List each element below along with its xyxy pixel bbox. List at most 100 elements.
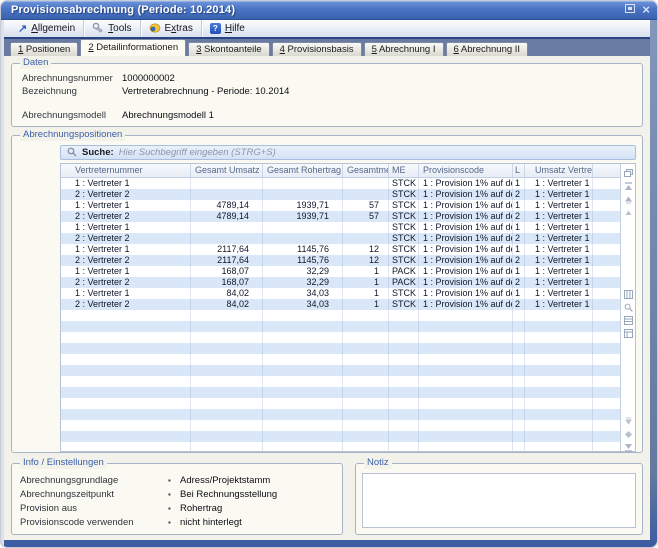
search-icon <box>67 144 77 162</box>
table-row[interactable]: 1 : Vertreter 1STCK1 : Provision 1% auf … <box>61 222 620 233</box>
cell: 84,02 <box>191 288 263 299</box>
col-gesamtmenge[interactable]: Gesamtmenge <box>343 164 389 177</box>
cell: 84,02 <box>191 299 263 310</box>
cell: 1145,76 <box>263 244 343 255</box>
table-row[interactable]: 1 : Vertreter 184,0234,031STCK1 : Provis… <box>61 288 620 299</box>
table-row[interactable]: 1 : Vertreter 12117,641145,7612STCK1 : P… <box>61 244 620 255</box>
tab-abrechnung-2[interactable]: 6 Abrechnung II <box>446 42 529 56</box>
table-row[interactable]: 2 : Vertreter 2STCK1 : Provision 1% auf … <box>61 189 620 200</box>
scroll-to-top-icon[interactable] <box>624 178 633 187</box>
cell: 1 : Vertreter 1 <box>525 178 593 189</box>
col-vertreternummer[interactable]: Vertreternummer <box>61 164 191 177</box>
list-view-icon[interactable] <box>624 312 633 321</box>
col-l[interactable]: L <box>513 164 525 177</box>
tab-abrechnung-1[interactable]: 5 Abrechnung I <box>364 42 444 56</box>
cell <box>593 398 620 409</box>
card-view-icon[interactable] <box>624 286 633 295</box>
cell <box>593 343 620 354</box>
notiz-box <box>362 473 636 528</box>
column-chooser-icon[interactable] <box>624 165 633 174</box>
info-value: Rohertrag <box>180 502 334 516</box>
table-row[interactable]: 2 : Vertreter 284,0234,031STCK1 : Provis… <box>61 299 620 310</box>
tools-button[interactable]: Tools <box>83 20 139 37</box>
cell <box>419 420 513 431</box>
cell: 1 : Vertreter 1 <box>525 211 593 222</box>
cell: 34,03 <box>263 299 343 310</box>
col-gesamt-rohertrag[interactable]: Gesamt Rohertrag EUR <box>263 164 343 177</box>
scroll-to-bottom-icon[interactable] <box>624 439 633 448</box>
window-frame: ↗ Allgemein Tools Extras <box>1 20 657 547</box>
col-gesamt-umsatz[interactable]: Gesamt Umsatz EUR <box>191 164 263 177</box>
cell <box>389 332 419 343</box>
cell: 4789,14 <box>191 211 263 222</box>
allgemein-button[interactable]: ↗ Allgemein <box>10 20 83 37</box>
extras-button[interactable]: Extras <box>140 20 201 37</box>
cell <box>525 321 593 332</box>
cell: 168,07 <box>191 277 263 288</box>
tab-provisionsbasis[interactable]: 4 Provisionsbasis <box>272 42 362 56</box>
filter-view-icon[interactable] <box>624 325 633 334</box>
col-me[interactable]: ME <box>389 164 419 177</box>
cell <box>343 376 389 387</box>
col-provisionscode[interactable]: Provisionscode <box>419 164 513 177</box>
table-row[interactable]: 2 : Vertreter 24789,141939,7157STCK1 : P… <box>61 211 620 222</box>
cell <box>61 431 191 442</box>
scroll-up-icon[interactable] <box>624 204 633 213</box>
daten-legend: Daten <box>20 57 51 69</box>
field-value: 1000000002 <box>122 72 632 85</box>
tab-positionen[interactable]: 1 Positionen <box>10 42 78 56</box>
cell <box>61 387 191 398</box>
cell: 2117,64 <box>191 244 263 255</box>
cell <box>191 442 263 451</box>
field-abrechnungsnummer: Abrechnungsnummer 1000000002 <box>22 72 632 85</box>
table-row[interactable]: 1 : Vertreter 1STCK1 : Provision 1% auf … <box>61 178 620 189</box>
cell <box>593 354 620 365</box>
tab-detailinformationen[interactable]: 2 Detailinformationen <box>80 39 186 56</box>
table-row[interactable]: 1 : Vertreter 14789,141939,7157STCK1 : P… <box>61 200 620 211</box>
cell: 1 : Vertreter 1 <box>525 222 593 233</box>
dock-window-icon[interactable] <box>625 4 635 16</box>
scroll-center-icon[interactable] <box>624 426 633 435</box>
empty-row <box>61 409 620 420</box>
notiz-input[interactable] <box>363 474 635 527</box>
positions-area: Suche: Vertreternummer Gesamt Umsatz EUR… <box>60 145 636 452</box>
cell: 1 <box>513 200 525 211</box>
table-row[interactable]: 2 : Vertreter 2168,0732,291PACK1 : Provi… <box>61 277 620 288</box>
tab-skontoanteile[interactable]: 3 Skontoanteile <box>188 42 270 56</box>
abrechnungspositionen-group: Abrechnungspositionen Suche: <box>11 135 643 453</box>
zoom-icon[interactable] <box>624 299 633 308</box>
search-bar[interactable]: Suche: <box>60 145 636 160</box>
notiz-legend: Notiz <box>364 457 392 469</box>
cell <box>191 431 263 442</box>
cell: 1 : Provision 1% auf den ve <box>419 178 513 189</box>
cell <box>593 189 620 200</box>
cell <box>263 222 343 233</box>
cell <box>343 178 389 189</box>
cell: 2 : Vertreter 2 <box>61 277 191 288</box>
close-icon[interactable]: × <box>642 5 650 15</box>
cell <box>263 178 343 189</box>
cell: 1 : Provision 1% auf den ve <box>419 211 513 222</box>
cell: 1 : Provision 1% auf den ve <box>419 222 513 233</box>
hilfe-button[interactable]: ? Hilfe <box>201 20 253 37</box>
cell <box>525 332 593 343</box>
col-umsatz-vertreter[interactable]: Umsatz Vertreter <box>525 164 593 177</box>
title-bar[interactable]: Provisionsabrechnung (Periode: 10.2014) … <box>1 1 657 20</box>
cell <box>191 376 263 387</box>
cell <box>513 321 525 332</box>
cell <box>191 233 263 244</box>
cell <box>61 409 191 420</box>
scroll-page-up-icon[interactable] <box>624 191 633 200</box>
cell <box>419 409 513 420</box>
search-input[interactable] <box>119 147 629 158</box>
cell: STCK <box>389 211 419 222</box>
cell: 2 <box>513 255 525 266</box>
cell <box>525 387 593 398</box>
cell <box>525 376 593 387</box>
info-row-provision-aus: Provision aus ▪ Rohertrag <box>20 502 334 516</box>
cell: 1 : Provision 1% auf den ve <box>419 288 513 299</box>
scroll-down-icon[interactable] <box>624 413 633 422</box>
table-row[interactable]: 2 : Vertreter 2STCK1 : Provision 1% auf … <box>61 233 620 244</box>
table-row[interactable]: 2 : Vertreter 22117,641145,7612STCK1 : P… <box>61 255 620 266</box>
table-row[interactable]: 1 : Vertreter 1168,0732,291PACK1 : Provi… <box>61 266 620 277</box>
